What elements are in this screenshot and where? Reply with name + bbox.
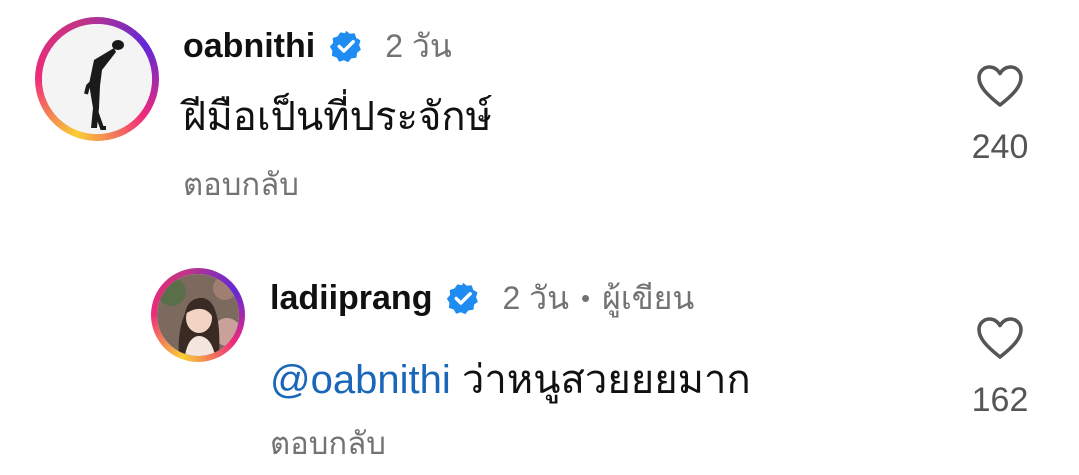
comment: oabnithi 2 วัน ฝีมือเป็นที่ประจักษ์ ตอบก… [0,0,1079,230]
comment-reply: ladiiprang 2 วัน • ผู้เขียน @oabnithi ว่… [0,255,1079,475]
comment-text: @oabnithi ว่าหนูสวยยยมาก [270,347,751,411]
like-count: 240 [971,128,1029,166]
author-label: ผู้เขียน [602,279,695,316]
comment-text: ฝีมือเป็นที่ประจักษ์ [183,95,492,139]
reply-button[interactable]: ตอบกลับ [270,418,386,468]
comment-header: ladiiprang 2 วัน • ผู้เขียน [270,278,694,318]
username[interactable]: oabnithi [183,27,315,66]
username[interactable]: ladiiprang [270,279,432,318]
timestamp: 2 วัน [502,279,569,316]
like-count: 162 [971,381,1029,419]
avatar-photo [42,24,152,134]
avatar-photo [157,274,239,356]
comment-body: ว่าหนูสวยยยมาก [461,358,751,402]
avatar[interactable] [151,268,245,362]
timestamp: 2 วัน [385,27,452,64]
comment-header: oabnithi 2 วัน [183,26,452,66]
heart-outline-icon[interactable] [976,64,1024,108]
separator-dot: • [581,282,591,313]
mention-link[interactable]: @oabnithi [270,358,451,402]
heart-outline-icon[interactable] [976,316,1024,360]
avatar[interactable] [35,17,159,141]
verified-badge-icon [447,282,479,315]
verified-badge-icon [330,30,362,63]
reply-button[interactable]: ตอบกลับ [183,159,299,209]
